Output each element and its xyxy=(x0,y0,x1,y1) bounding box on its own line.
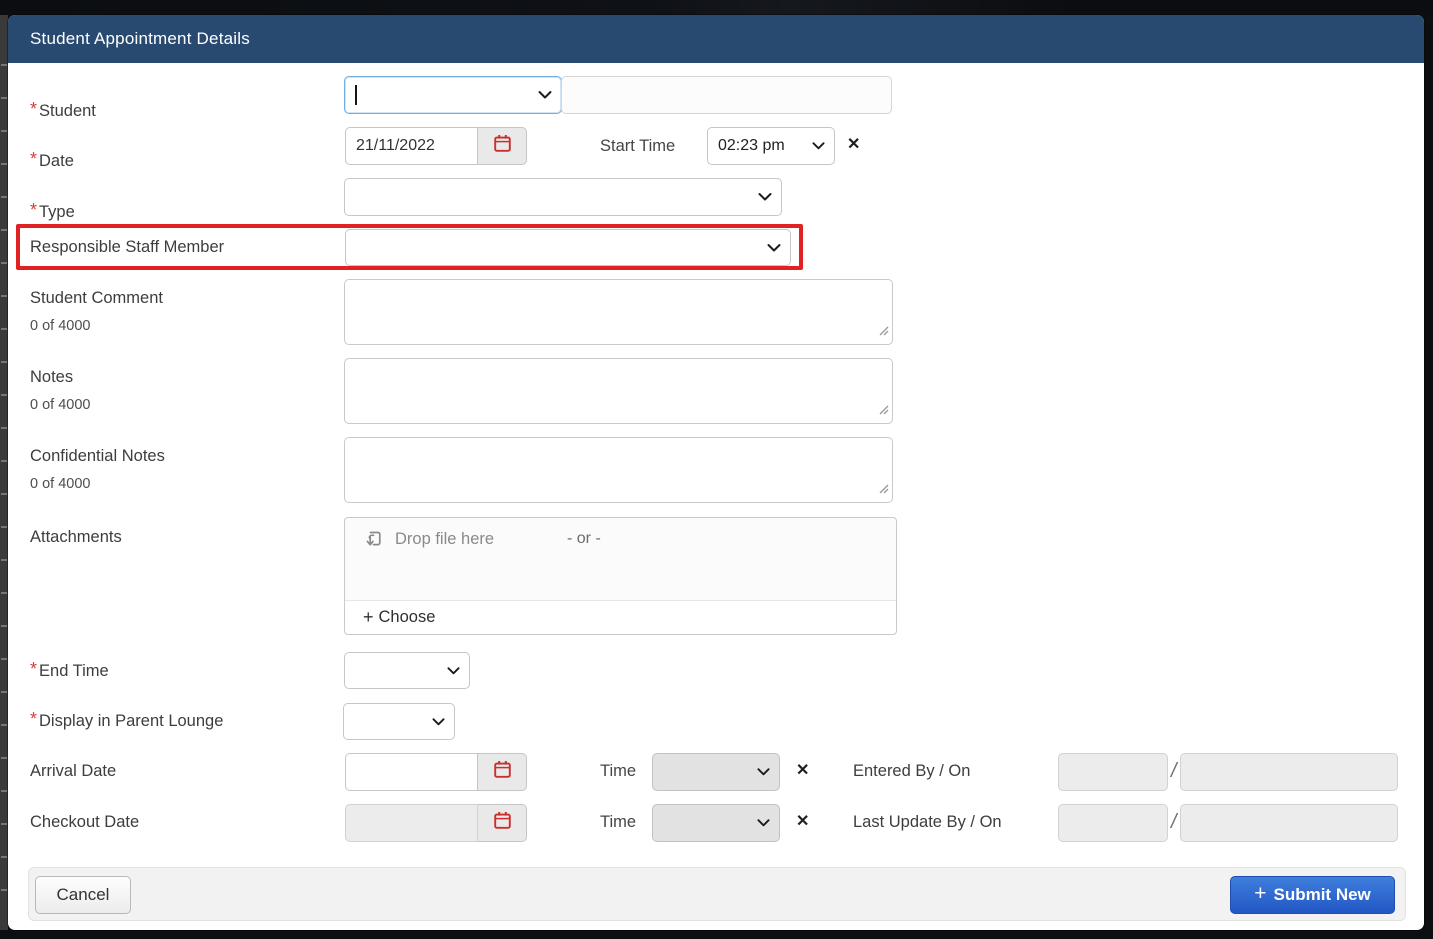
submit-new-button[interactable]: + Submit New xyxy=(1230,876,1395,914)
chevron-down-icon xyxy=(767,243,781,252)
drop-file-text: Drop file here xyxy=(395,530,494,549)
arrival-time-select[interactable] xyxy=(652,753,780,791)
date-label: *Date xyxy=(30,151,74,171)
drop-file-icon xyxy=(362,529,383,555)
student-label: *Student xyxy=(30,101,96,121)
or-text: - or - xyxy=(567,530,601,548)
chevron-down-icon xyxy=(757,768,770,777)
chevron-down-icon xyxy=(432,717,445,726)
arrival-date-label: Arrival Date xyxy=(30,762,116,781)
attachments-label: Attachments xyxy=(30,528,122,547)
plus-icon: + xyxy=(1254,882,1266,906)
text-caret xyxy=(355,85,357,105)
responsible-staff-select[interactable] xyxy=(345,229,791,266)
chevron-down-icon xyxy=(758,193,772,202)
attachments-dropbox: Drop file here - or - + Choose xyxy=(344,517,897,635)
dialog-title: Student Appointment Details xyxy=(30,29,250,49)
last-update-on-input xyxy=(1180,804,1398,842)
checkout-time-label: Time xyxy=(600,813,636,832)
cancel-button[interactable]: Cancel xyxy=(35,876,131,914)
choose-file-button[interactable]: + Choose xyxy=(345,600,896,634)
clear-arrival-time-icon[interactable]: ✕ xyxy=(796,763,809,779)
backdrop-top xyxy=(0,0,1433,15)
confidential-notes-label: Confidential Notes xyxy=(30,447,165,466)
modal-overlay: Student Appointment Details *Student *Da… xyxy=(0,0,1433,939)
checkout-date-label: Checkout Date xyxy=(30,813,139,832)
start-time-label: Start Time xyxy=(600,137,675,156)
required-marker: * xyxy=(30,709,37,729)
date-input[interactable]: 21/11/2022 xyxy=(345,127,478,165)
slash-separator: / xyxy=(1171,809,1177,835)
clear-start-time-icon[interactable]: ✕ xyxy=(847,137,860,153)
entered-by-input xyxy=(1058,753,1168,791)
notes-counter: 0 of 4000 xyxy=(30,397,90,413)
student-comment-label: Student Comment xyxy=(30,289,163,308)
required-marker: * xyxy=(30,149,37,169)
checkout-calendar-button[interactable] xyxy=(477,804,527,842)
chevron-down-icon xyxy=(447,666,460,675)
dialog-header: Student Appointment Details xyxy=(8,15,1424,63)
last-update-by-on-label: Last Update By / On xyxy=(853,813,1002,832)
chevron-down-icon xyxy=(812,142,825,151)
parent-lounge-label: *Display in Parent Lounge xyxy=(30,711,223,731)
notes-textarea[interactable] xyxy=(344,358,893,424)
student-appointment-dialog: Student Appointment Details *Student *Da… xyxy=(8,15,1424,930)
student-select[interactable] xyxy=(344,76,562,114)
type-label: *Type xyxy=(30,202,75,222)
required-marker: * xyxy=(30,200,37,220)
confidential-notes-counter: 0 of 4000 xyxy=(30,476,90,492)
dialog-footer: Cancel + Submit New xyxy=(28,867,1406,921)
arrival-date-input[interactable] xyxy=(345,753,478,791)
resize-handle-icon[interactable] xyxy=(879,481,889,499)
calendar-icon xyxy=(493,760,512,784)
resize-handle-icon[interactable] xyxy=(879,323,889,341)
checkout-time-select[interactable] xyxy=(652,804,780,842)
student-comment-counter: 0 of 4000 xyxy=(30,318,90,334)
entered-on-input xyxy=(1180,753,1398,791)
clear-checkout-time-icon[interactable]: ✕ xyxy=(796,814,809,830)
chevron-down-icon xyxy=(538,91,552,100)
resize-handle-icon[interactable] xyxy=(879,402,889,420)
entered-by-on-label: Entered By / On xyxy=(853,762,970,781)
calendar-icon xyxy=(493,811,512,835)
backdrop-artifact-marks xyxy=(1,40,7,900)
end-time-select[interactable] xyxy=(344,652,470,689)
parent-lounge-select[interactable] xyxy=(343,703,455,740)
plus-icon: + xyxy=(363,607,374,628)
start-time-select[interactable]: 02:23 pm xyxy=(707,127,835,165)
slash-separator: / xyxy=(1171,758,1177,784)
responsible-staff-label: Responsible Staff Member xyxy=(30,238,224,257)
type-select[interactable] xyxy=(344,178,782,216)
notes-label: Notes xyxy=(30,368,73,387)
end-time-label: *End Time xyxy=(30,661,109,681)
required-marker: * xyxy=(30,659,37,679)
arrival-time-label: Time xyxy=(600,762,636,781)
arrival-calendar-button[interactable] xyxy=(477,753,527,791)
confidential-notes-textarea[interactable] xyxy=(344,437,893,503)
checkout-date-input xyxy=(345,804,478,842)
chevron-down-icon xyxy=(757,819,770,828)
calendar-icon xyxy=(493,134,512,158)
last-update-by-input xyxy=(1058,804,1168,842)
required-marker: * xyxy=(30,99,37,119)
date-calendar-button[interactable] xyxy=(477,127,527,165)
student-comment-textarea[interactable] xyxy=(344,279,893,345)
student-name-input[interactable] xyxy=(561,76,892,114)
